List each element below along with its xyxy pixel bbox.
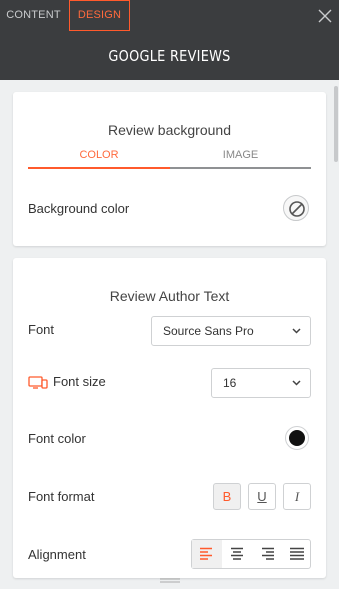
review-background-card: Review background COLOR IMAGE Background… [13, 92, 326, 246]
alignment-group [191, 539, 311, 569]
font-select[interactable]: Source Sans Pro [151, 316, 311, 346]
subtab-image[interactable]: IMAGE [170, 149, 311, 169]
align-justify-icon [290, 547, 304, 560]
font-format-label: Font format [28, 489, 95, 504]
font-size-select[interactable]: 16 [211, 368, 311, 398]
panel-title: GOOGLE REVIEWS [108, 47, 231, 65]
tab-design[interactable]: DESIGN [69, 0, 130, 31]
no-color-icon [289, 201, 305, 217]
align-justify-button[interactable] [282, 540, 312, 568]
font-select-value: Source Sans Pro [163, 324, 254, 338]
align-left-icon [200, 547, 212, 560]
align-center-button[interactable] [222, 540, 252, 568]
chevron-down-icon [292, 380, 301, 386]
top-tab-bar: CONTENT DESIGN [0, 0, 339, 32]
background-color-label: Background color [28, 201, 130, 216]
align-left-button[interactable] [192, 540, 222, 568]
close-button[interactable] [315, 6, 335, 26]
section-title: Review background [108, 122, 231, 138]
font-color-dot [289, 430, 305, 446]
alignment-label: Alignment [28, 547, 86, 562]
subtab-divider [170, 167, 311, 169]
align-right-icon [262, 547, 274, 560]
section-title: Review Author Text [109, 288, 230, 304]
subtab-active-indicator [28, 167, 170, 169]
underline-button[interactable]: U [248, 483, 276, 510]
font-color-swatch[interactable] [285, 426, 309, 450]
bold-button[interactable]: B [213, 483, 241, 510]
italic-button[interactable]: I [283, 483, 311, 510]
device-icon[interactable] [28, 376, 48, 390]
background-color-picker[interactable] [283, 195, 309, 221]
drag-handle-icon[interactable] [160, 578, 180, 584]
font-size-value: 16 [223, 376, 237, 390]
subtab-color[interactable]: COLOR [28, 149, 170, 169]
align-right-button[interactable] [252, 540, 282, 568]
align-center-icon [231, 547, 243, 560]
scrollbar-thumb[interactable] [334, 86, 338, 162]
font-label: Font [28, 322, 55, 337]
panel-header: GOOGLE REVIEWS [0, 32, 339, 80]
font-color-label: Font color [28, 431, 86, 446]
font-size-label: Font size [53, 374, 106, 389]
tab-content[interactable]: CONTENT [0, 0, 67, 31]
chevron-down-icon [292, 328, 301, 334]
close-icon [318, 9, 332, 23]
review-author-text-card: Review Author Text Font Source Sans Pro … [13, 258, 326, 578]
